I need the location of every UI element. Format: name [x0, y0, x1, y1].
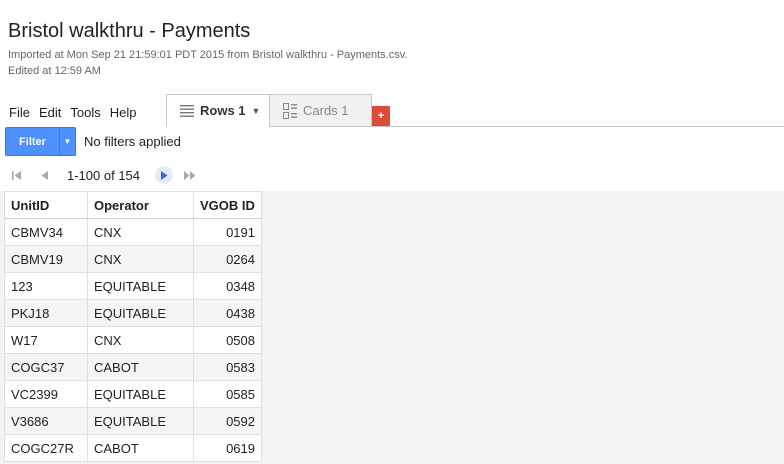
- cell-operator: CABOT: [87, 434, 194, 462]
- cell-unitid: W17: [4, 326, 88, 354]
- table-row[interactable]: 123 EQUITABLE 0348: [4, 272, 262, 300]
- cell-unitid: V3686: [4, 407, 88, 435]
- menu-help[interactable]: Help: [110, 104, 137, 122]
- cell-unitid: VC2399: [4, 380, 88, 408]
- cell-vgob-id: 0583: [193, 353, 262, 381]
- pager: 1-100 of 154: [8, 166, 199, 184]
- column-header-unitid[interactable]: UnitID: [4, 191, 88, 219]
- table-row[interactable]: COGC37 CABOT 0583: [4, 353, 262, 381]
- page-title: Bristol walkthru - Payments: [8, 20, 251, 42]
- table-row[interactable]: VC2399 EQUITABLE 0585: [4, 380, 262, 408]
- cell-vgob-id: 0508: [193, 326, 262, 354]
- chevron-down-icon[interactable]: ▼: [252, 106, 261, 116]
- tab-cards[interactable]: Cards 1: [270, 94, 372, 127]
- menu-edit[interactable]: Edit: [39, 104, 61, 122]
- cell-vgob-id: 0592: [193, 407, 262, 435]
- cell-operator: EQUITABLE: [87, 407, 194, 435]
- table-row[interactable]: PKJ18 EQUITABLE 0438: [4, 299, 262, 327]
- cell-operator: EQUITABLE: [87, 272, 194, 300]
- cell-vgob-id: 0619: [193, 434, 262, 462]
- rows-icon: [180, 104, 194, 117]
- filter-status: No filters applied: [84, 134, 181, 149]
- cell-operator: CABOT: [87, 353, 194, 381]
- column-header-vgob-id[interactable]: VGOB ID: [193, 191, 262, 219]
- tab-rows-label: Rows 1: [200, 103, 246, 118]
- table-row[interactable]: V3686 EQUITABLE 0592: [4, 407, 262, 435]
- column-header-operator[interactable]: Operator: [87, 191, 194, 219]
- table-row[interactable]: CBMV34 CNX 0191: [4, 218, 262, 246]
- cell-vgob-id: 0191: [193, 218, 262, 246]
- menu-file[interactable]: File: [9, 104, 30, 122]
- cell-unitid: COGC37: [4, 353, 88, 381]
- next-page-icon[interactable]: [155, 166, 174, 184]
- table-header-row: UnitID Operator VGOB ID: [4, 191, 262, 219]
- cards-icon: [283, 102, 297, 119]
- cell-operator: CNX: [87, 326, 194, 354]
- table-row[interactable]: W17 CNX 0508: [4, 326, 262, 354]
- cell-vgob-id: 0264: [193, 245, 262, 273]
- prev-page-icon[interactable]: [36, 166, 54, 184]
- page-range: 1-100 of 154: [67, 167, 141, 183]
- filter-button-label: Filter: [19, 135, 46, 148]
- first-page-icon[interactable]: [8, 166, 26, 184]
- cell-unitid: 123: [4, 272, 88, 300]
- menu-tools[interactable]: Tools: [70, 104, 100, 122]
- menu-bar: File Edit Tools Help: [0, 104, 136, 122]
- last-page-icon[interactable]: [181, 166, 199, 184]
- tab-rows[interactable]: Rows 1 ▼: [166, 94, 270, 127]
- add-tab-button[interactable]: +: [372, 106, 390, 126]
- table-row[interactable]: COGC27R CABOT 0619: [4, 434, 262, 462]
- cell-operator: CNX: [87, 218, 194, 246]
- data-table: UnitID Operator VGOB ID CBMV34 CNX 0191 …: [4, 191, 262, 462]
- cell-operator: CNX: [87, 245, 194, 273]
- edit-info: Edited at 12:59 AM: [8, 65, 101, 77]
- cell-unitid: CBMV34: [4, 218, 88, 246]
- import-info: Imported at Mon Sep 21 21:59:01 PDT 2015…: [8, 49, 408, 61]
- filter-button[interactable]: Filter ▼: [5, 127, 76, 156]
- chevron-down-icon[interactable]: ▼: [60, 137, 75, 146]
- cell-unitid: PKJ18: [4, 299, 88, 327]
- cell-operator: EQUITABLE: [87, 299, 194, 327]
- tab-cards-label: Cards 1: [303, 103, 349, 118]
- cell-vgob-id: 0585: [193, 380, 262, 408]
- table-row[interactable]: CBMV19 CNX 0264: [4, 245, 262, 273]
- cell-unitid: COGC27R: [4, 434, 88, 462]
- cell-vgob-id: 0348: [193, 272, 262, 300]
- cell-unitid: CBMV19: [4, 245, 88, 273]
- cell-vgob-id: 0438: [193, 299, 262, 327]
- cell-operator: EQUITABLE: [87, 380, 194, 408]
